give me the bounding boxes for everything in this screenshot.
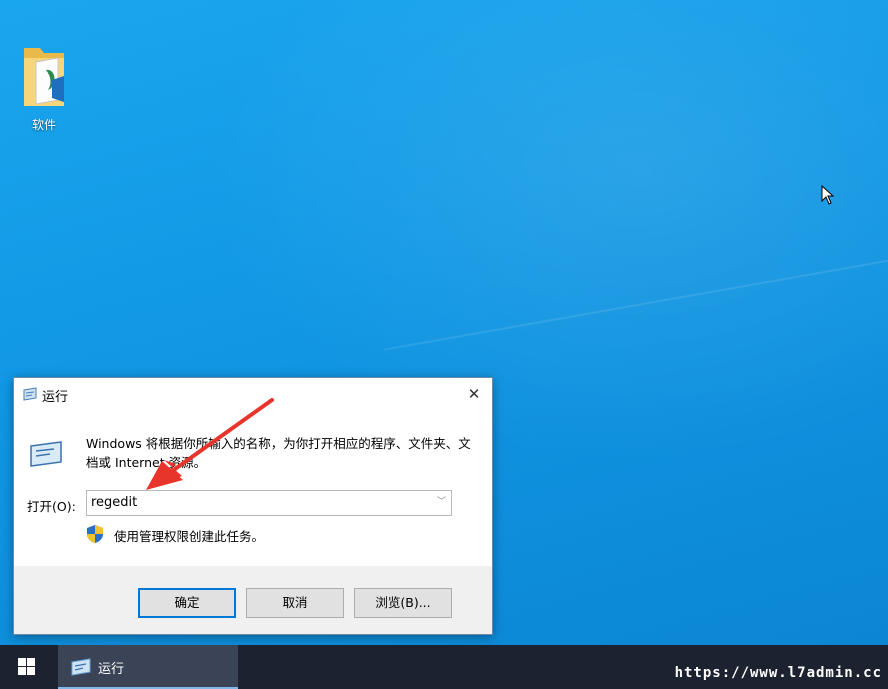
desktop-icon-software[interactable]: 软件 [12, 40, 76, 133]
dialog-title: 运行 [42, 390, 69, 405]
close-icon[interactable]: ✕ [462, 382, 486, 406]
uac-shield-icon [87, 525, 103, 543]
dialog-footer: 确定 取消 浏览(B)... [14, 566, 492, 634]
open-input[interactable]: regedit [91, 495, 137, 510]
browse-button[interactable]: 浏览(B)... [354, 588, 452, 618]
taskbar-item-run[interactable]: 运行 [58, 645, 238, 689]
wallpaper-light-beam [384, 251, 888, 351]
run-dialog: 运行 ✕ Windows 将根据你所输入的名称，为你打开相应的程序、文件夹、文档… [13, 377, 493, 635]
run-app-icon [71, 658, 91, 676]
desktop-icon-label: 软件 [31, 118, 56, 132]
taskbar: 运行 https://www.l7admin.cc [0, 645, 888, 689]
open-combobox[interactable]: regedit ﹀ [86, 490, 452, 516]
admin-note: 使用管理权限创建此任务。 [114, 529, 265, 544]
run-large-icon [30, 441, 62, 467]
dialog-description: Windows 将根据你所输入的名称，为你打开相应的程序、文件夹、文档或 Int… [86, 436, 471, 470]
desktop[interactable]: 软件 运行 ✕ Windows 将根据你所输入的名称，为你打开相应的程序、文件夹… [0, 0, 888, 645]
watermark: https://www.l7admin.cc [674, 665, 882, 681]
ok-button[interactable]: 确定 [138, 588, 236, 618]
folder-icon [24, 48, 64, 106]
cancel-button[interactable]: 取消 [246, 588, 344, 618]
chevron-down-icon[interactable]: ﹀ [437, 497, 447, 507]
dialog-titlebar[interactable]: 运行 ✕ [14, 378, 492, 410]
start-button[interactable] [0, 645, 52, 689]
windows-logo-icon [18, 658, 35, 675]
run-app-icon [23, 387, 37, 401]
taskbar-item-label: 运行 [98, 662, 125, 677]
open-label: 打开(O): [27, 499, 76, 514]
mouse-cursor-icon [821, 185, 835, 205]
